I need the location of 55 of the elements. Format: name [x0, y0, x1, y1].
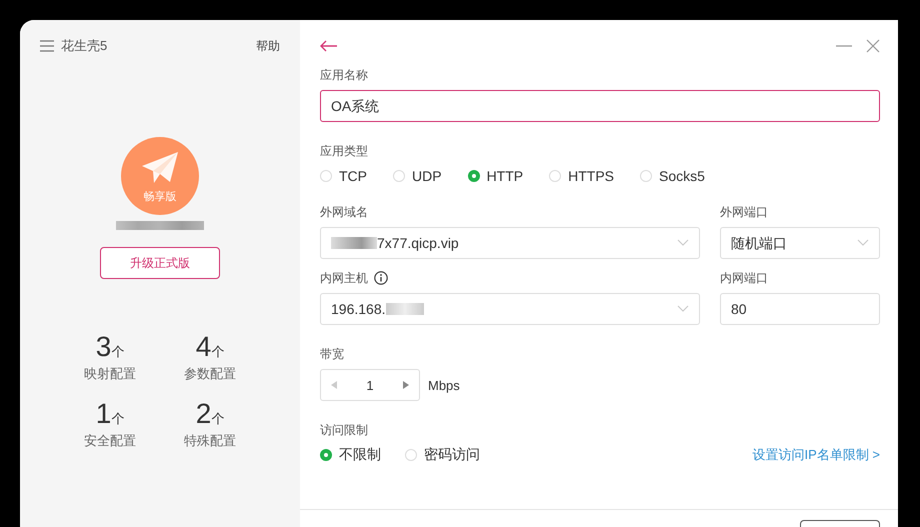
host-value: 196.168. [331, 300, 386, 319]
field-label: 访问限制 [320, 422, 369, 438]
radio-option[interactable]: 不限制 [320, 446, 381, 464]
app-title: 花生壳5 [61, 37, 108, 55]
stat-label[interactable]: 特殊配置 [184, 432, 236, 450]
stepper-value: 1 [366, 378, 374, 392]
port-field[interactable]: 80 [720, 293, 880, 325]
domain-value: 7x77.qicp.vip [377, 234, 459, 253]
chevron-down-icon [677, 305, 689, 313]
host-select[interactable]: 196.168. [320, 293, 700, 325]
chevron-down-icon [677, 239, 689, 247]
field-label: 外网域名 [320, 204, 369, 220]
stat-count: 4 [196, 331, 212, 363]
stat-unit: 个 [211, 410, 224, 428]
domain-select[interactable]: 7x77.qicp.vip [320, 227, 700, 259]
paper-plane-icon [142, 152, 178, 184]
stat-unit: 个 [111, 410, 124, 428]
field-label: 内网端口 [720, 270, 769, 286]
blurred-text [331, 237, 377, 249]
field-label: 带宽 [320, 346, 345, 362]
back-arrow-icon[interactable] [320, 40, 338, 52]
plan-label: 畅享版 [144, 190, 176, 204]
stat-label[interactable]: 参数配置 [184, 365, 236, 383]
info-icon[interactable] [374, 271, 388, 285]
bandwidth-stepper[interactable]: 1 [320, 369, 420, 401]
port-select[interactable]: 随机端口 [720, 227, 880, 259]
blurred-text [386, 303, 424, 315]
port-value: 随机端口 [731, 234, 787, 253]
radio-option[interactable]: HTTPS [549, 168, 614, 184]
radio-option[interactable]: HTTP [468, 168, 524, 184]
stat-unit: 个 [111, 343, 124, 361]
stat-label[interactable]: 安全配置 [84, 432, 136, 450]
radio-option[interactable]: Socks5 [640, 168, 705, 184]
chevron-down-icon [857, 239, 869, 247]
radio-option[interactable]: 密码访问 [405, 446, 480, 464]
field-label: 应用类型 [320, 143, 369, 159]
close-icon[interactable] [866, 39, 880, 53]
increment-icon[interactable] [402, 381, 409, 389]
stat-count: 2 [196, 398, 212, 430]
field-label: 外网端口 [720, 204, 769, 220]
unit-label: Mbps [428, 378, 460, 392]
stat-count: 3 [96, 331, 112, 363]
app-name-field[interactable]: OA系统 [320, 90, 880, 122]
stat-label[interactable]: 映射配置 [84, 365, 136, 383]
help-link[interactable]: 帮助 [256, 38, 280, 54]
radio-option[interactable]: UDP [393, 168, 442, 184]
field-label: 内网主机 [320, 270, 368, 286]
field-label: 应用名称 [320, 67, 369, 83]
minimize-icon[interactable] [836, 45, 852, 47]
ip-whitelist-link[interactable]: 设置访问IP名单限制 > [752, 446, 880, 464]
menu-icon[interactable] [40, 40, 54, 52]
stat-unit: 个 [211, 343, 224, 361]
stat-count: 1 [96, 398, 112, 430]
radio-option[interactable]: TCP [320, 168, 367, 184]
upgrade-button[interactable]: 升级正式版 [100, 247, 220, 279]
